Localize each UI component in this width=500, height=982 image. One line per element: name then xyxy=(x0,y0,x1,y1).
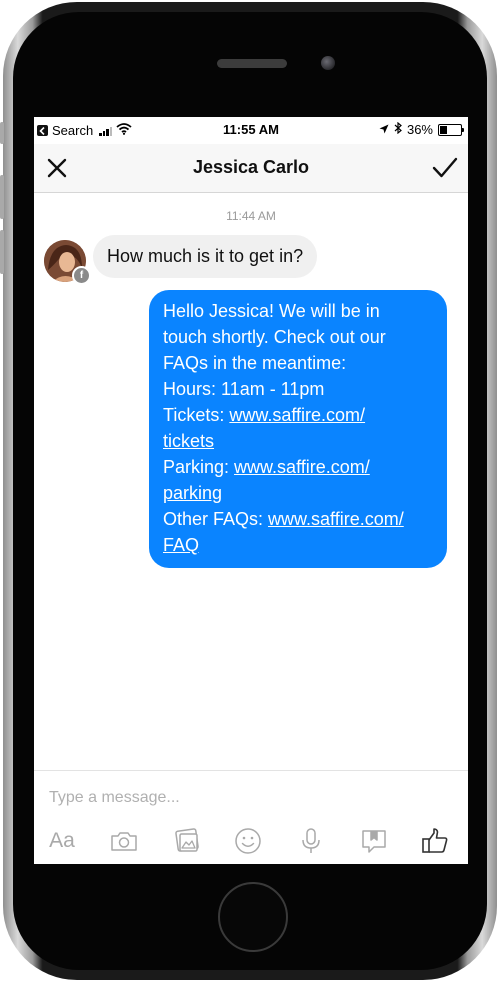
faqs-link-cont[interactable]: FAQ xyxy=(163,535,199,555)
parking-link-line: parking xyxy=(163,480,433,506)
battery-percent: 36% xyxy=(406,122,433,137)
parking-line: Parking: www.saffire.com/ xyxy=(163,454,433,480)
parking-link[interactable]: www.saffire.com/ xyxy=(234,457,370,477)
faqs-line: Other FAQs: www.saffire.com/ xyxy=(163,506,433,532)
done-button[interactable] xyxy=(432,156,458,180)
gallery-button[interactable] xyxy=(171,826,203,856)
message-timestamp: 11:44 AM xyxy=(226,209,276,223)
checkmark-icon xyxy=(432,157,458,178)
messenger-screen: Search 11:55 AM 36% Jessica Carlo 11:44 … xyxy=(34,117,468,864)
facebook-badge-icon: f xyxy=(72,266,91,285)
message-input[interactable] xyxy=(49,789,429,807)
parking-label: Parking: xyxy=(163,457,235,477)
camera-button[interactable] xyxy=(108,826,140,856)
tickets-link-cont[interactable]: tickets xyxy=(163,431,214,451)
navigation-bar: Jessica Carlo xyxy=(34,144,468,193)
front-camera xyxy=(321,56,335,70)
status-bar: Search 11:55 AM 36% xyxy=(34,117,468,144)
status-right: 36% xyxy=(379,121,464,137)
phone-speaker xyxy=(217,59,287,68)
thumbs-up-button[interactable] xyxy=(419,826,451,856)
emoji-icon xyxy=(235,828,261,854)
microphone-icon xyxy=(302,828,320,853)
message-line: FAQs in the meantime: xyxy=(163,353,347,373)
text-format-icon: Aa xyxy=(49,829,75,852)
phone-volume-down xyxy=(0,230,4,274)
faqs-link-line: FAQ xyxy=(163,532,433,558)
gallery-icon xyxy=(175,828,199,852)
home-button[interactable] xyxy=(218,882,288,952)
thumbs-up-icon xyxy=(422,828,448,853)
microphone-button[interactable] xyxy=(295,826,327,856)
battery-icon xyxy=(438,123,464,136)
phone-side-button xyxy=(0,122,4,144)
conversation-title: Jessica Carlo xyxy=(192,157,310,177)
faqs-link[interactable]: www.saffire.com/ xyxy=(268,509,404,529)
incoming-message[interactable]: How much is it to get in? xyxy=(93,235,318,278)
saved-reply-button[interactable] xyxy=(358,826,390,856)
tickets-link-line: tickets xyxy=(163,428,433,454)
outgoing-message[interactable]: Hello Jessica! We will be in touch short… xyxy=(149,290,447,568)
composer-toolbar: Aa xyxy=(34,826,468,858)
message-line: Hours: 11am - 11pm xyxy=(163,379,325,399)
tickets-link[interactable]: www.saffire.com/ xyxy=(229,405,365,425)
phone-volume-up xyxy=(0,175,4,219)
bluetooth-icon xyxy=(394,121,402,137)
parking-link-cont[interactable]: parking xyxy=(163,483,222,503)
camera-icon xyxy=(111,832,137,851)
message-composer: Aa xyxy=(34,770,468,864)
saved-reply-icon xyxy=(362,830,386,853)
emoji-button[interactable] xyxy=(232,826,264,856)
tickets-label: Tickets: xyxy=(163,405,230,425)
text-format-button[interactable]: Aa xyxy=(46,826,78,856)
location-arrow-icon xyxy=(379,122,389,137)
tickets-line: Tickets: www.saffire.com/ xyxy=(163,402,433,428)
faqs-label: Other FAQs: xyxy=(163,509,269,529)
message-line: touch shortly. Check out our xyxy=(163,327,386,347)
message-line: Hello Jessica! We will be in xyxy=(163,301,380,321)
